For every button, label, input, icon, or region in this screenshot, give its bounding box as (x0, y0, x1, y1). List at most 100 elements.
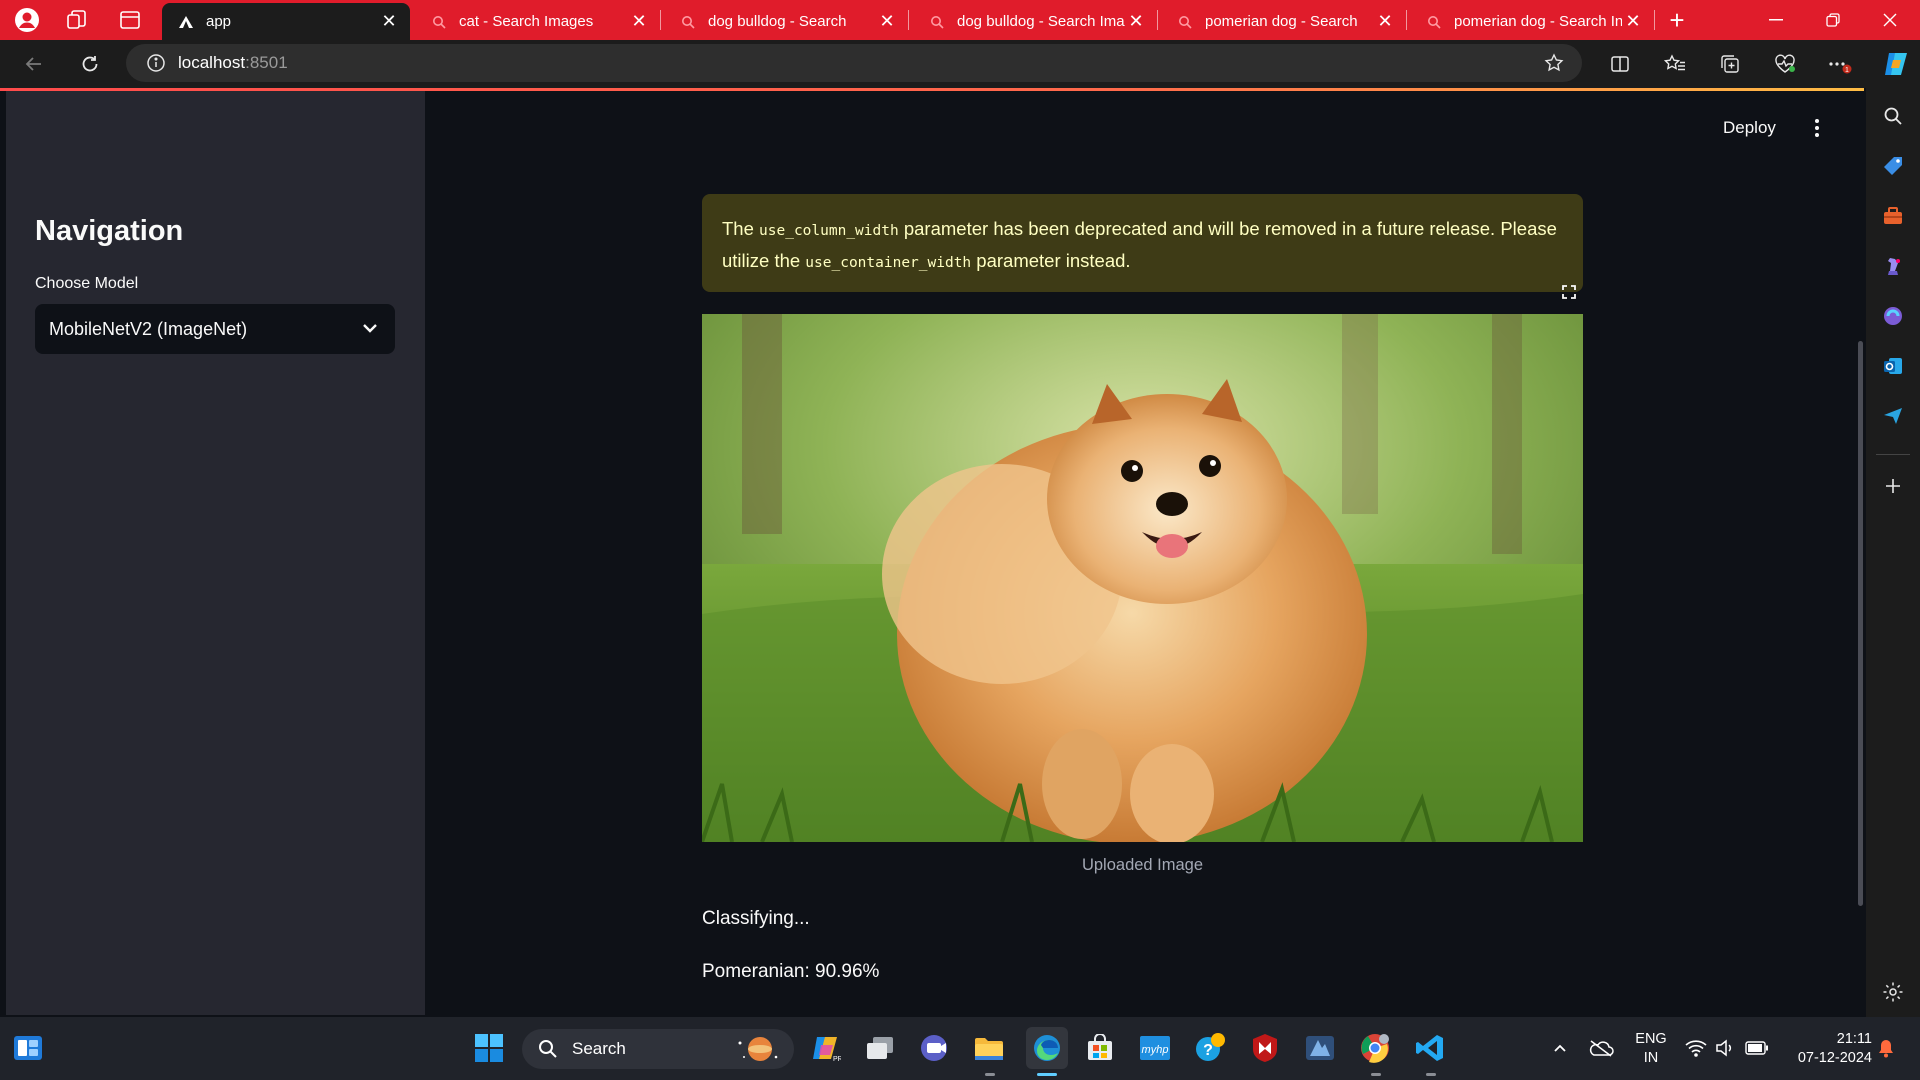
close-tab-icon[interactable]: ✕ (876, 11, 898, 33)
model-select[interactable]: MobileNetV2 (ImageNet) (35, 304, 395, 354)
back-icon[interactable] (20, 50, 48, 78)
send-icon[interactable] (1879, 402, 1907, 430)
language-code: ENG (1635, 1031, 1667, 1047)
clock[interactable]: 21:11 07-12-2024 (1784, 1030, 1872, 1068)
warning-code: use_container_width (805, 255, 972, 271)
new-tab-button[interactable]: + (1663, 5, 1691, 35)
tab-app[interactable]: app ✕ (162, 3, 410, 40)
add-sidebar-app-icon[interactable] (1879, 472, 1907, 500)
tab-title: cat - Search Images (459, 13, 594, 30)
tab-dog-bulldog-search[interactable]: dog bulldog - Search ✕ (664, 3, 908, 40)
widgets-icon[interactable] (10, 1030, 46, 1066)
edge-sidebar (1866, 88, 1920, 1017)
url-host: localhost (178, 53, 246, 72)
tab-pomerian-dog-search[interactable]: pomerian dog - Search ✕ (1161, 3, 1406, 40)
volume-icon[interactable] (1711, 1030, 1739, 1066)
more-options-icon[interactable]: 1 (1826, 50, 1854, 78)
minimize-icon[interactable] (1748, 0, 1804, 40)
store-icon[interactable] (1082, 1030, 1118, 1066)
restore-icon[interactable] (1805, 0, 1861, 40)
favorites-icon[interactable] (1661, 50, 1689, 78)
windows-start-icon[interactable] (471, 1030, 507, 1066)
notification-bell-icon[interactable] (1872, 1030, 1900, 1066)
chevron-up-icon[interactable] (1546, 1030, 1574, 1066)
mylp-icon[interactable]: myhp (1137, 1030, 1173, 1066)
close-window-icon[interactable] (1862, 0, 1918, 40)
tab-cat-search-images[interactable]: cat - Search Images ✕ (415, 3, 660, 40)
close-tab-icon[interactable]: ✕ (1374, 11, 1396, 33)
sidebar-settings-icon[interactable] (1879, 978, 1907, 1006)
close-tab-icon[interactable]: ✕ (628, 11, 650, 33)
shopping-tag-icon[interactable] (1879, 152, 1907, 180)
profile-icon[interactable] (13, 6, 41, 34)
close-tab-icon[interactable]: ✕ (1125, 11, 1147, 33)
chrome-icon[interactable] (1357, 1030, 1393, 1066)
bing-search-icon (680, 14, 696, 30)
refresh-icon[interactable] (76, 50, 104, 78)
favorite-star-icon[interactable] (1544, 53, 1564, 73)
deploy-button[interactable]: Deploy (1723, 118, 1776, 138)
tab-title: dog bulldog - Search Ima (957, 13, 1125, 30)
copilot-icon[interactable]: PRE (808, 1030, 844, 1066)
site-info-icon[interactable] (146, 53, 166, 73)
search-icon[interactable] (1879, 102, 1907, 130)
copilot-sidebar-icon[interactable] (1879, 302, 1907, 330)
bing-search-icon (1177, 14, 1193, 30)
svg-text:myhp: myhp (1142, 1044, 1169, 1056)
tab-title: pomerian dog - Search In (1454, 13, 1622, 30)
deprecation-warning: The use_column_width parameter has been … (702, 194, 1583, 292)
battery-icon[interactable] (1742, 1030, 1772, 1066)
svg-text:1: 1 (1845, 67, 1849, 74)
language-indicator[interactable]: ENG IN (1628, 1030, 1674, 1068)
file-explorer-icon[interactable] (971, 1030, 1007, 1066)
warning-text: The (722, 218, 760, 239)
close-tab-icon[interactable]: ✕ (378, 11, 400, 33)
edge-icon[interactable] (1026, 1027, 1068, 1069)
fullscreen-icon[interactable] (1557, 280, 1581, 304)
collections-icon[interactable] (1716, 50, 1744, 78)
tab-title: pomerian dog - Search (1205, 13, 1358, 30)
tools-icon[interactable] (1879, 202, 1907, 230)
bing-search-icon (929, 14, 945, 30)
region-code: IN (1643, 1050, 1659, 1066)
mcafee-icon[interactable] (1247, 1030, 1283, 1066)
image-caption: Uploaded Image (1081, 856, 1204, 874)
workspaces-icon[interactable] (63, 6, 91, 34)
browser-toolbar: localhost:8501 1 (0, 40, 1920, 88)
warning-text: parameter instead. (971, 250, 1131, 271)
search-icon (538, 1039, 558, 1059)
uploaded-image (702, 314, 1583, 842)
sidebar-title: Navigation (35, 215, 184, 247)
split-screen-icon[interactable] (1606, 50, 1634, 78)
vscode-icon[interactable] (1412, 1030, 1448, 1066)
tab-title: app (206, 13, 232, 30)
classifying-status: Classifying... (702, 908, 810, 929)
search-highlight-icon (734, 1035, 780, 1068)
tab-pomerian-dog-search-images[interactable]: pomerian dog - Search In ✕ (1410, 3, 1654, 40)
browser-essentials-icon[interactable] (1771, 50, 1799, 78)
onedrive-icon[interactable] (1587, 1030, 1615, 1066)
bing-search-icon (1426, 14, 1442, 30)
tab-dog-bulldog-search-images[interactable]: dog bulldog - Search Ima ✕ (913, 3, 1157, 40)
browser-tab-bar: app ✕ cat - Search Images ✕ dog bulldog … (0, 0, 1920, 40)
model-select-label: Choose Model (35, 275, 139, 292)
warning-code: use_column_width (759, 223, 899, 239)
vertical-tabs-icon[interactable] (116, 6, 144, 34)
help-icon[interactable]: ? (1192, 1030, 1228, 1066)
vm-icon[interactable] (1302, 1030, 1338, 1066)
close-tab-icon[interactable]: ✕ (1622, 11, 1644, 33)
prediction-result: Pomeranian: 90.96% (702, 961, 880, 982)
outlook-icon[interactable] (1879, 352, 1907, 380)
task-view-icon[interactable] (862, 1030, 898, 1066)
wifi-icon[interactable] (1682, 1030, 1710, 1066)
clock-date: 07-12-2024 (1797, 1050, 1872, 1066)
copilot-icon[interactable] (1879, 48, 1913, 80)
main-menu-icon[interactable] (1805, 113, 1829, 143)
address-bar[interactable]: localhost:8501 (126, 44, 1582, 82)
tab-title: dog bulldog - Search (708, 13, 847, 30)
games-icon[interactable] (1879, 252, 1907, 280)
taskbar-search[interactable]: Search (522, 1029, 794, 1069)
teams-icon[interactable] (916, 1030, 952, 1066)
streamlit-icon (178, 14, 194, 30)
main-scrollbar[interactable] (1858, 341, 1863, 906)
